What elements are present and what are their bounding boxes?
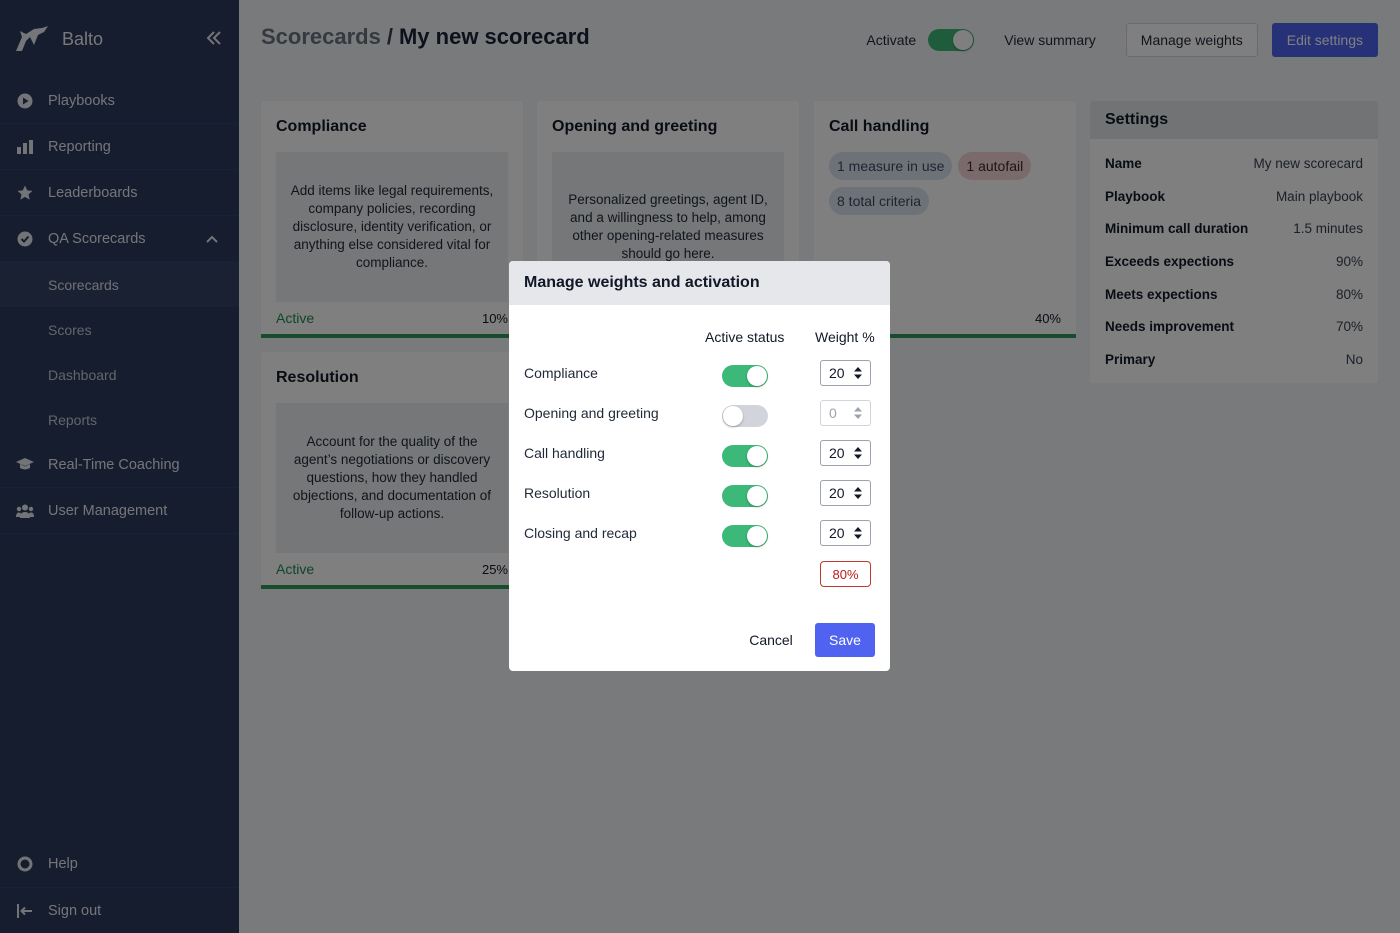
weight-value: 20 — [829, 365, 845, 381]
weight-row-resolution: Resolution 20 — [509, 480, 890, 510]
toggle-knob — [747, 446, 767, 466]
weight-input-closing[interactable]: 20 — [820, 520, 871, 546]
weight-row-label: Call handling — [524, 445, 605, 461]
toggle-knob — [747, 526, 767, 546]
stepper-arrows-icon[interactable] — [854, 447, 862, 459]
weight-value: 20 — [829, 525, 845, 541]
active-status-header: Active status — [705, 329, 785, 345]
weight-row-label: Closing and recap — [524, 525, 637, 541]
weight-input-resolution[interactable]: 20 — [820, 480, 871, 506]
weight-value: 20 — [829, 445, 845, 461]
weight-row-label: Resolution — [524, 485, 591, 501]
weight-total-badge: 80% — [820, 561, 871, 587]
weight-row-compliance: Compliance 20 — [509, 360, 890, 390]
weight-row-call-handling: Call handling 20 — [509, 440, 890, 470]
weight-row-label: Compliance — [524, 365, 598, 381]
weight-row-opening: Opening and greeting 0 — [509, 400, 890, 430]
weight-input-opening: 0 — [820, 400, 871, 426]
active-toggle-compliance[interactable] — [722, 365, 768, 387]
toggle-knob — [747, 366, 767, 386]
weight-header: Weight % — [815, 329, 875, 345]
save-button[interactable]: Save — [815, 623, 875, 657]
active-toggle-call-handling[interactable] — [722, 445, 768, 467]
cancel-button[interactable]: Cancel — [746, 624, 796, 656]
active-toggle-closing[interactable] — [722, 525, 768, 547]
modal-title: Manage weights and activation — [509, 261, 890, 305]
active-toggle-resolution[interactable] — [722, 485, 768, 507]
stepper-arrows-icon — [854, 407, 862, 419]
weight-row-label: Opening and greeting — [524, 405, 659, 421]
stepper-arrows-icon[interactable] — [854, 527, 862, 539]
active-toggle-opening[interactable] — [722, 405, 768, 427]
manage-weights-modal: Manage weights and activation Active sta… — [509, 261, 890, 671]
weight-input-compliance[interactable]: 20 — [820, 360, 871, 386]
toggle-knob — [723, 406, 743, 426]
weight-value: 20 — [829, 485, 845, 501]
stepper-arrows-icon[interactable] — [854, 487, 862, 499]
toggle-knob — [747, 486, 767, 506]
weight-row-closing: Closing and recap 20 — [509, 520, 890, 550]
stepper-arrows-icon[interactable] — [854, 367, 862, 379]
weight-value: 0 — [829, 405, 837, 421]
weight-input-call-handling[interactable]: 20 — [820, 440, 871, 466]
